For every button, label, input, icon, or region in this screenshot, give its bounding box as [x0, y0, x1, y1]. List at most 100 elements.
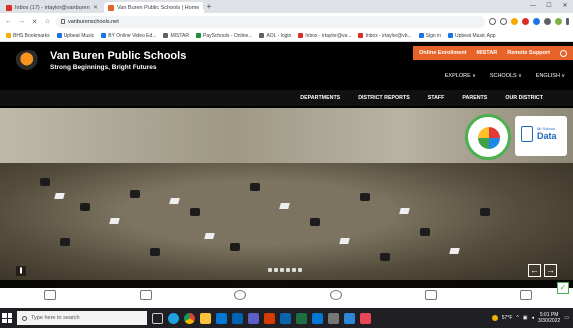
forward-icon[interactable]: →: [17, 18, 26, 25]
carousel-dot[interactable]: [286, 268, 290, 272]
bookmark-item[interactable]: BHS Bookmarks: [6, 33, 50, 39]
extension-icon[interactable]: [511, 18, 518, 25]
network-icon[interactable]: ▣: [523, 315, 528, 321]
bookmark-icon: [101, 33, 107, 38]
app-icon[interactable]: [264, 312, 275, 324]
photo-detail: [109, 218, 120, 224]
browser-tabstrip: Inbox (17) - irtaylor@vanburen ✕ Van Bur…: [0, 0, 573, 13]
pen-icon[interactable]: [328, 312, 339, 324]
bookmark-star-icon[interactable]: [500, 18, 507, 25]
schools-menu[interactable]: SCHOOLS: [490, 73, 522, 79]
bookmark-item[interactable]: Sign in: [418, 33, 441, 39]
notifications-icon[interactable]: ▭: [564, 315, 569, 321]
explore-menu[interactable]: EXPLORE: [445, 73, 476, 79]
browser-tab-vbps[interactable]: Van Buren Public Schools | Home ✕: [104, 2, 204, 13]
chrome-icon[interactable]: [184, 312, 195, 324]
tools-icon[interactable]: [425, 290, 437, 300]
browser-tab-inbox[interactable]: Inbox (17) - irtaylor@vanburen ✕: [2, 2, 102, 13]
calendar-icon[interactable]: [44, 290, 56, 300]
bookmark-icon: [259, 33, 265, 38]
weather-temp[interactable]: 57°F: [502, 315, 513, 321]
book-icon[interactable]: [520, 290, 532, 300]
bookmark-item[interactable]: Inbox - irtaylor@vb...: [358, 33, 412, 39]
bookmark-item[interactable]: BY Online Video Ed...: [101, 33, 156, 39]
app-icon[interactable]: [360, 312, 371, 324]
school-favicon-icon: [108, 4, 114, 11]
carousel-dot[interactable]: [292, 268, 296, 272]
tiger-logo[interactable]: [15, 50, 41, 70]
checkmark-icon[interactable]: ✓: [557, 282, 569, 294]
photo-detail: [250, 183, 260, 191]
bookmark-item[interactable]: Upbeat Music: [56, 33, 94, 39]
carousel-dot[interactable]: [298, 268, 302, 272]
carousel-dot[interactable]: [268, 268, 272, 272]
system-tray: 57°F ^ ▣ ◂ 5:01 PM 3/30/2022 ▭: [491, 312, 573, 324]
bookmark-item[interactable]: PaySchools - Online...: [195, 33, 252, 39]
close-icon[interactable]: ✕: [93, 4, 98, 11]
close-icon[interactable]: ✕: [30, 18, 39, 26]
browser-toolbar: ← → ✕ ⌂ vanburenschools.net: [0, 13, 573, 30]
task-view-icon[interactable]: [152, 312, 163, 324]
carousel-prev-button[interactable]: ←: [528, 264, 541, 277]
bookmark-item[interactable]: AOL - login: [259, 33, 291, 39]
bookmark-item[interactable]: Upbeat Music App: [447, 33, 496, 39]
edge-icon[interactable]: [168, 312, 179, 324]
back-icon[interactable]: ←: [4, 18, 13, 25]
file-explorer-icon[interactable]: [200, 312, 211, 324]
carousel-next-button[interactable]: →: [544, 264, 557, 277]
carousel-dot[interactable]: [280, 268, 284, 272]
bookmark-item[interactable]: MISTAR: [163, 33, 189, 39]
maximize-icon[interactable]: ☐: [541, 0, 557, 13]
chevron-up-icon[interactable]: ^: [516, 315, 518, 321]
bookmark-item[interactable]: Inbox - irtaylor@va...: [298, 33, 351, 39]
person-icon[interactable]: [234, 290, 246, 300]
taskbar-search-box[interactable]: Type here to search: [17, 311, 147, 325]
share-icon[interactable]: [489, 18, 496, 25]
bookmark-icon: [418, 33, 424, 38]
remote-support-link[interactable]: Remote Support: [507, 50, 550, 56]
teams-icon[interactable]: [248, 312, 259, 324]
new-tab-button[interactable]: +: [204, 2, 214, 13]
bookmarks-bar: BHS Bookmarks Upbeat Music BY Online Vid…: [0, 30, 573, 42]
store-icon[interactable]: [216, 312, 227, 324]
nav-our-district[interactable]: OUR DISTRICT: [505, 95, 543, 101]
excel-icon[interactable]: [296, 312, 307, 324]
windows-taskbar: Type here to search 57°F ^ ▣ ◂ 5:01 PM 3…: [0, 308, 573, 328]
online-enrollment-link[interactable]: Online Enrollment: [419, 50, 466, 56]
site-title[interactable]: Van Buren Public Schools: [50, 50, 186, 62]
app-icon[interactable]: [344, 312, 355, 324]
clock-icon[interactable]: [330, 290, 342, 300]
extension-icon[interactable]: [533, 18, 540, 25]
profile-avatar[interactable]: [555, 18, 562, 25]
minimize-icon[interactable]: —: [525, 0, 541, 13]
mistar-link[interactable]: MISTAR: [477, 50, 498, 56]
nav-staff[interactable]: STAFF: [428, 95, 445, 101]
accreditation-badge[interactable]: [465, 114, 511, 160]
puzzle-icon[interactable]: [544, 18, 551, 25]
mail-icon[interactable]: [232, 312, 243, 324]
extension-icon[interactable]: [522, 18, 529, 25]
bookmark-label: BY Online Video Ed...: [108, 32, 157, 39]
address-bar[interactable]: vanburenschools.net: [56, 15, 485, 28]
pause-button[interactable]: ❚: [16, 266, 26, 276]
nav-departments[interactable]: DEPARTMENTS: [300, 95, 340, 101]
app-icon[interactable]: [312, 312, 323, 324]
close-window-icon[interactable]: ✕: [557, 0, 573, 13]
windows-start-icon[interactable]: [2, 313, 12, 323]
mi-school-data-badge[interactable]: MI School Data: [515, 116, 567, 156]
nav-parents[interactable]: PARENTS: [462, 95, 487, 101]
nav-district-reports[interactable]: DISTRICT REPORTS: [358, 95, 410, 101]
taskbar-clock[interactable]: 5:01 PM 3/30/2022: [538, 312, 560, 324]
photo-detail: [60, 238, 70, 246]
outlook-icon[interactable]: [280, 312, 291, 324]
gmail-icon: [358, 33, 364, 38]
home-icon[interactable]: ⌂: [43, 18, 52, 25]
carousel-dot[interactable]: [274, 268, 278, 272]
language-menu[interactable]: ENGLISH: [536, 73, 565, 79]
weather-icon[interactable]: [491, 315, 498, 321]
search-icon[interactable]: [560, 49, 567, 57]
document-icon[interactable]: [140, 290, 152, 300]
volume-icon[interactable]: ◂: [532, 315, 535, 321]
photo-detail: [380, 253, 390, 261]
menu-icon[interactable]: [566, 18, 569, 25]
